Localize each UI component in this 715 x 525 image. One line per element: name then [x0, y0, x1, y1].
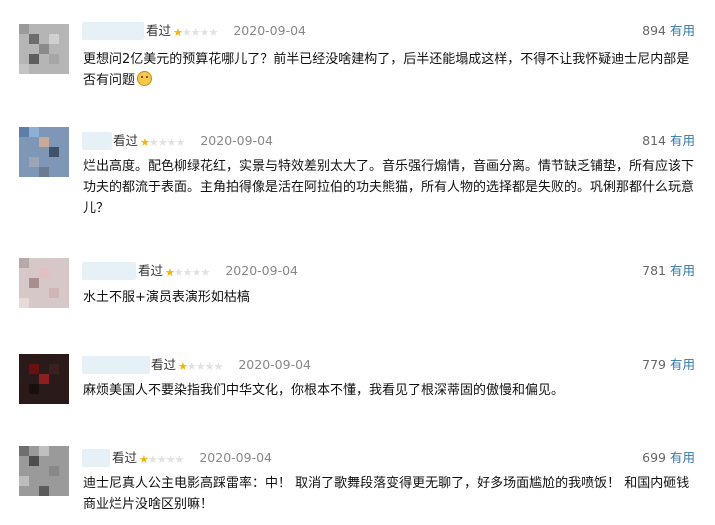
- username[interactable]: [82, 356, 150, 374]
- watch-status: 看过: [113, 133, 139, 148]
- vote-count: 781: [642, 263, 666, 278]
- watch-status: 看过: [138, 263, 164, 278]
- review-text: 迪士尼真人公主电影高踩雷率：中！ 取消了歌舞段落变得更无聊了，好多场面尴尬的我喷…: [83, 476, 690, 512]
- review-text-body: 更想问2亿美元的预算花哪儿了？前半已经没啥建构了，后半还能塌成这样，不得不让我怀…: [83, 52, 690, 88]
- sad-face-icon: [137, 71, 153, 86]
- vote-area: 699 有用: [642, 449, 695, 467]
- avatar[interactable]: [19, 446, 69, 496]
- useful-button[interactable]: 有用: [670, 357, 695, 372]
- vote-count: 894: [642, 23, 666, 38]
- avatar[interactable]: [19, 354, 69, 404]
- review-text: 麻烦美国人不要染指我们中华文化，你根本不懂，我看见了根深蒂固的傲慢和偏见。: [83, 383, 565, 398]
- vote-count: 779: [642, 357, 666, 372]
- rating-stars: ★★★★★: [178, 360, 223, 373]
- review-date: 2020-09-04: [225, 263, 298, 278]
- watch-status: 看过: [112, 450, 138, 465]
- review-date: 2020-09-04: [238, 357, 311, 372]
- review-text: 烂出高度。配色柳绿花红，实景与特效差别太大了。音乐强行煽情，音画分离。情节缺乏铺…: [83, 159, 695, 216]
- useful-button[interactable]: 有用: [670, 133, 695, 148]
- vote-area: 781 有用: [642, 262, 695, 280]
- watch-status: 看过: [146, 23, 172, 38]
- review-date: 2020-09-04: [199, 450, 272, 465]
- vote-count: 814: [642, 133, 666, 148]
- useful-button[interactable]: 有用: [670, 450, 695, 465]
- avatar[interactable]: [19, 127, 69, 177]
- review-text: 更想问2亿美元的预算花哪儿了？前半已经没啥建构了，后半还能塌成这样，不得不让我怀…: [83, 49, 695, 91]
- username[interactable]: [82, 132, 112, 150]
- vote-area: 779 有用: [642, 356, 695, 374]
- review-date: 2020-09-04: [200, 133, 273, 148]
- avatar[interactable]: [19, 24, 69, 74]
- review-meta: 看过 ★★★★★ 2020-09-04: [113, 132, 273, 150]
- review-meta: 看过 ★★★★★ 2020-09-04: [138, 262, 298, 280]
- rating-stars: ★★★★★: [165, 266, 210, 279]
- username[interactable]: [82, 262, 136, 280]
- rating-stars: ★★★★★: [139, 453, 184, 466]
- rating-stars: ★★★★★: [173, 26, 218, 39]
- vote-count: 699: [642, 450, 666, 465]
- vote-area: 814 有用: [642, 132, 695, 150]
- vote-area: 894 有用: [642, 22, 695, 40]
- review-text: 水土不服+演员表演形如枯槁: [83, 290, 250, 305]
- review-date: 2020-09-04: [233, 23, 306, 38]
- username[interactable]: [82, 449, 110, 467]
- username[interactable]: [82, 22, 144, 40]
- watch-status: 看过: [151, 357, 177, 372]
- review-meta: 看过 ★★★★★ 2020-09-04: [146, 22, 306, 40]
- review-meta: 看过 ★★★★★ 2020-09-04: [112, 449, 272, 467]
- useful-button[interactable]: 有用: [670, 263, 695, 278]
- useful-button[interactable]: 有用: [670, 23, 695, 38]
- avatar[interactable]: [19, 258, 69, 308]
- rating-stars: ★★★★★: [140, 136, 185, 149]
- review-meta: 看过 ★★★★★ 2020-09-04: [151, 356, 311, 374]
